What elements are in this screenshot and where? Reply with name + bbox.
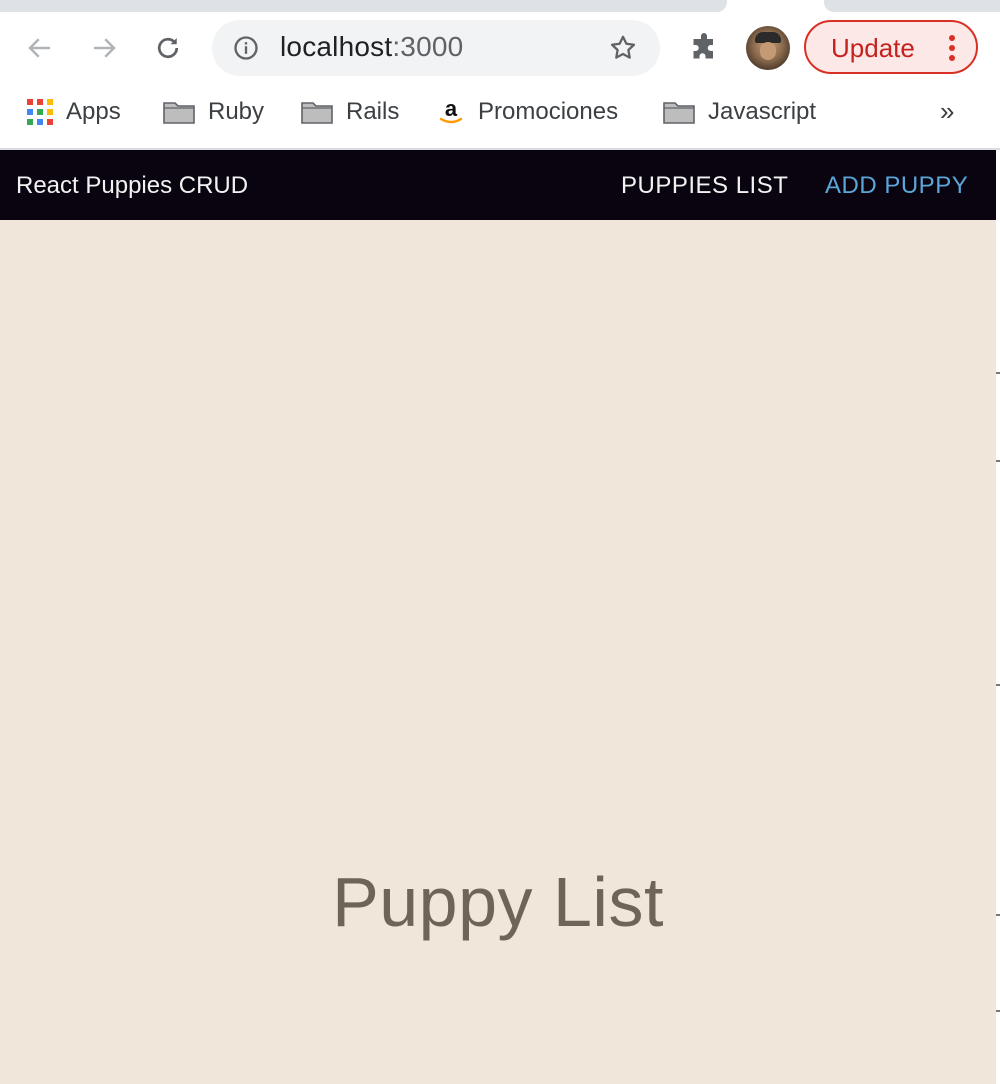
bookmarks-bar: Apps Ruby Rails a Promociones Javascript… [0, 84, 1000, 148]
bookmark-rails[interactable]: Rails [300, 96, 399, 128]
url-host: localhost [280, 31, 393, 62]
nav-link-add-puppy[interactable]: ADD PUPPY [825, 172, 968, 200]
bookmark-apps[interactable]: Apps [26, 96, 121, 128]
inactive-tab-left[interactable] [0, 0, 727, 12]
site-info-icon[interactable] [232, 34, 260, 62]
browser-toolbar: localhost:3000 Update [0, 12, 1000, 84]
bookmark-promociones[interactable]: a Promociones [436, 96, 618, 128]
update-label: Update [831, 33, 915, 63]
page-title: Puppy List [332, 863, 664, 941]
folder-icon [663, 102, 695, 124]
bookmark-label: Ruby [208, 98, 265, 125]
apps-grid-icon [27, 99, 53, 125]
forward-button[interactable] [84, 30, 124, 66]
url-text[interactable]: localhost:3000 [280, 31, 463, 63]
extensions-puzzle-icon[interactable] [684, 30, 724, 66]
amazon-icon: a [439, 97, 463, 124]
avatar-face [760, 42, 776, 60]
update-button[interactable]: Update [804, 20, 978, 74]
reload-button[interactable] [148, 30, 188, 66]
edge-mark [996, 1010, 1000, 1012]
bookmark-label: Rails [346, 98, 400, 125]
edge-mark [996, 460, 1000, 462]
more-bookmarks-chevron-icon[interactable]: » [940, 96, 954, 127]
svg-text:a: a [445, 97, 458, 121]
page-content: Puppy List [0, 220, 996, 1084]
edge-mark [996, 914, 1000, 916]
folder-icon [301, 102, 333, 124]
bookmark-label: Javascript [708, 98, 817, 125]
more-vert-icon[interactable] [948, 34, 956, 62]
folder-icon [163, 102, 195, 124]
forward-arrow-icon [94, 38, 116, 58]
back-button[interactable] [20, 30, 60, 66]
back-arrow-icon [28, 38, 50, 58]
address-bar[interactable]: localhost:3000 [212, 20, 660, 76]
app-brand-link[interactable]: React Puppies CRUD [16, 172, 248, 200]
tab-strip [0, 0, 1000, 12]
bookmark-star-icon[interactable] [608, 33, 638, 63]
nav-link-puppies-list[interactable]: PUPPIES LIST [621, 172, 788, 200]
url-port: :3000 [392, 31, 464, 62]
reload-icon [157, 37, 179, 59]
edge-mark [996, 684, 1000, 686]
profile-avatar[interactable] [746, 26, 790, 70]
bookmark-label: Promociones [478, 98, 619, 125]
app-navbar: React Puppies CRUD PUPPIES LIST ADD PUPP… [0, 150, 996, 220]
bookmark-label: Apps [66, 98, 121, 125]
window-edge [996, 150, 1000, 1084]
bookmark-javascript[interactable]: Javascript [662, 96, 816, 128]
bookmark-ruby[interactable]: Ruby [162, 96, 264, 128]
edge-mark [996, 372, 1000, 374]
inactive-tab-right[interactable] [824, 0, 1000, 12]
